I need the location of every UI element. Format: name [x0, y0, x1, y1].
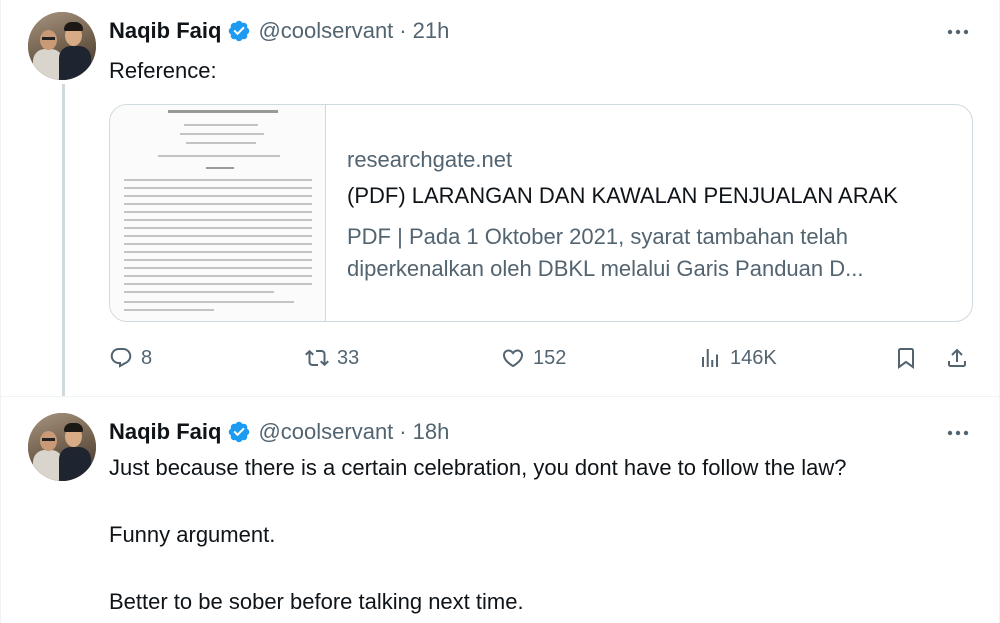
author-handle[interactable]: @coolservant [258, 18, 393, 44]
thread-connector-line [62, 84, 65, 396]
views-button[interactable]: 146K [698, 342, 777, 374]
share-icon [945, 346, 969, 370]
tweet[interactable]: Naqib Faiq @coolservant · 21h Reference: [1, 0, 1000, 396]
tweet-paragraph: Funny argument. [109, 522, 276, 547]
share-button[interactable] [945, 342, 969, 374]
card-title: (PDF) LARANGAN DAN KAWALAN PENJUALAN ARA… [347, 183, 898, 208]
author-name[interactable]: Naqib Faiq [109, 419, 221, 445]
bookmark-button[interactable] [894, 342, 918, 374]
card-body[interactable]: researchgate.net (PDF) LARANGAN DAN KAWA… [326, 105, 972, 321]
retweet-count: 33 [337, 346, 360, 369]
timestamp[interactable]: 18h [413, 419, 450, 445]
reply-count: 8 [141, 346, 153, 369]
separator-dot: · [399, 18, 407, 43]
separator-dot: · [399, 419, 407, 444]
verified-badge-icon[interactable] [227, 19, 251, 43]
views-count: 146K [730, 346, 777, 369]
tweet-actions: 8 33 152 146K [109, 342, 971, 374]
tweet-header: Naqib Faiq @coolservant · 21h [109, 16, 449, 46]
tweet-paragraph: Better to be sober before talking next t… [109, 589, 524, 614]
views-icon [698, 346, 722, 370]
author-handle[interactable]: @coolservant [258, 419, 393, 445]
tweet-paragraph: Just because there is a certain celebrat… [109, 455, 847, 480]
more-icon[interactable] [945, 20, 971, 44]
more-icon[interactable] [945, 421, 971, 445]
tweet-text: Just because there is a certain celebrat… [109, 451, 846, 618]
timeline: Naqib Faiq @coolservant · 21h Reference: [0, 0, 1000, 623]
card-description: PDF | Pada 1 Oktober 2021, syarat tambah… [347, 224, 864, 281]
avatar[interactable] [28, 12, 96, 80]
document-thumbnail [110, 105, 326, 321]
like-icon [501, 346, 525, 370]
link-preview-card[interactable]: researchgate.net (PDF) LARANGAN DAN KAWA… [109, 104, 973, 322]
avatar[interactable] [28, 413, 96, 481]
like-button[interactable]: 152 [501, 342, 566, 374]
tweet[interactable]: Naqib Faiq @coolservant · 18h Just becau… [1, 396, 1000, 623]
card-domain: researchgate.net [347, 147, 513, 172]
tweet-header: Naqib Faiq @coolservant · 18h [109, 417, 449, 447]
reply-button[interactable]: 8 [109, 342, 152, 374]
like-count: 152 [533, 346, 567, 369]
reply-icon [109, 346, 133, 370]
tweet-text: Reference: [109, 58, 217, 83]
timestamp[interactable]: 21h [413, 18, 450, 44]
verified-badge-icon[interactable] [227, 420, 251, 444]
retweet-icon [305, 346, 329, 370]
author-name[interactable]: Naqib Faiq [109, 18, 221, 44]
retweet-button[interactable]: 33 [305, 342, 359, 374]
bookmark-icon [894, 346, 918, 370]
